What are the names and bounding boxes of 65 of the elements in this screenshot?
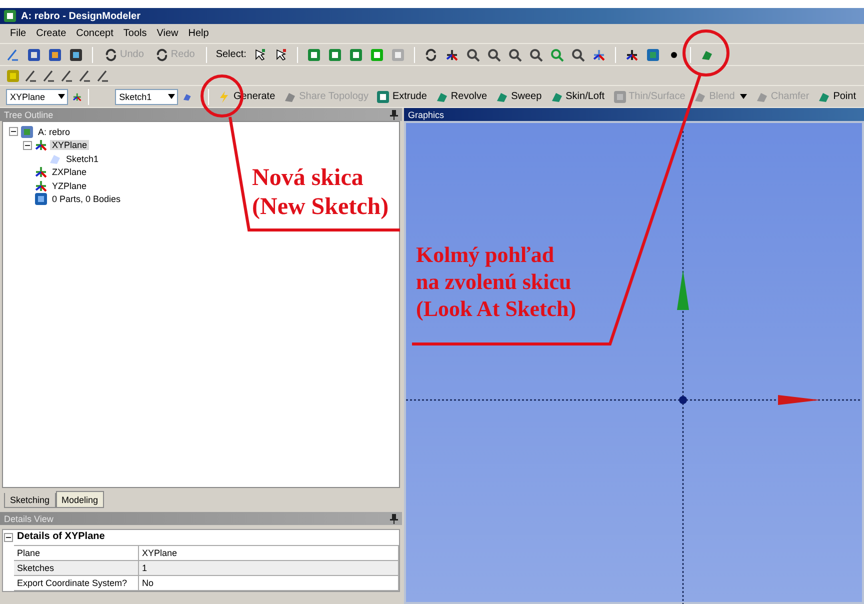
line-tool-icon xyxy=(96,68,110,82)
menu-item[interactable]: Concept xyxy=(72,28,118,39)
select-label: Select: xyxy=(216,49,246,60)
zoom-icon xyxy=(508,48,522,62)
window-title: A: rebro - DesignModeler xyxy=(21,10,140,22)
panel-title: Tree Outline xyxy=(4,110,54,120)
axes-icon xyxy=(625,48,640,62)
line-tool-icon xyxy=(42,68,56,82)
app-icon xyxy=(3,9,17,23)
panel-title: Details View xyxy=(4,514,54,524)
toolbar-button[interactable]: Skin/Loft xyxy=(548,88,607,106)
menu-item[interactable]: File xyxy=(6,28,30,39)
dropdown-icon xyxy=(58,94,65,99)
table-cell: Sketches xyxy=(14,561,139,576)
redo-icon xyxy=(154,48,169,62)
toolbar-button[interactable]: Revolve xyxy=(432,88,490,106)
annotation-text: Nová skica (New Sketch) xyxy=(252,164,389,222)
dropdown-icon xyxy=(168,94,176,99)
table-cell: XYPlane xyxy=(139,546,399,561)
table-cell: Plane xyxy=(14,546,139,561)
menu-item[interactable]: Create xyxy=(32,28,70,39)
isometric-icon xyxy=(592,48,606,62)
axes-icon xyxy=(34,138,48,152)
line-tool-icon xyxy=(24,68,38,82)
tab[interactable]: Modeling xyxy=(56,491,104,508)
zoom-icon xyxy=(466,48,480,62)
sketch-select[interactable]: Sketch1 xyxy=(115,88,178,104)
line-tool-icon xyxy=(78,68,92,82)
tree-item[interactable]: YZPlane xyxy=(50,180,89,191)
tree-item[interactable]: 0 Parts, 0 Bodies xyxy=(50,194,123,204)
axes-icon xyxy=(34,178,48,193)
tree-item[interactable]: ZXPlane xyxy=(50,167,89,178)
pointer-icon xyxy=(253,48,268,62)
tree-item[interactable]: Sketch1 xyxy=(64,154,101,164)
menu-item[interactable]: Tools xyxy=(119,28,151,39)
annotation-text: Kolmý pohľad na zvolenú skicu (Look At Sketch) xyxy=(416,242,576,322)
toolbar-button[interactable]: Extrude xyxy=(374,88,429,106)
pan-icon xyxy=(445,48,460,62)
pointer-icon xyxy=(274,48,288,62)
zoom-icon xyxy=(550,48,564,62)
expand-toggle[interactable] xyxy=(9,127,18,136)
table-cell: Export Coordinate System? xyxy=(14,576,139,591)
tab[interactable]: Sketching xyxy=(4,493,56,508)
toolbar-button[interactable]: Point xyxy=(815,88,858,106)
zoom-icon xyxy=(529,48,544,62)
collapse-toggle[interactable] xyxy=(4,533,13,542)
panel-title: Graphics xyxy=(408,110,444,120)
rotate-icon xyxy=(424,48,438,62)
table-cell: No xyxy=(139,576,399,591)
zoom-icon xyxy=(487,48,502,62)
undo-icon xyxy=(104,48,118,62)
pin-icon[interactable] xyxy=(390,110,398,120)
menu-item[interactable]: View xyxy=(152,28,182,39)
pin-icon[interactable] xyxy=(390,514,398,524)
zoom-icon xyxy=(571,48,586,62)
toolbar-button[interactable]: Sweep xyxy=(493,88,544,106)
tree-item[interactable]: XYPlane xyxy=(50,140,90,150)
plane-select[interactable]: XYPlane xyxy=(6,88,68,104)
tree-item[interactable]: A: rebro xyxy=(36,126,72,137)
annotation-circle xyxy=(682,30,730,76)
menu-item[interactable]: Help xyxy=(184,28,213,39)
axes-icon xyxy=(34,165,48,180)
table-cell: 1 xyxy=(139,561,399,576)
expand-toggle[interactable] xyxy=(23,140,32,150)
line-tool-icon xyxy=(60,68,74,82)
